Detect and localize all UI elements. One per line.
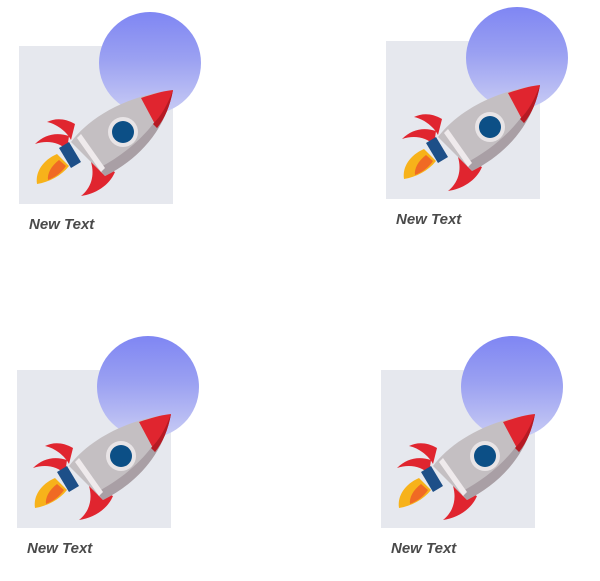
rocket-card-4[interactable]: New Text — [381, 336, 571, 566]
card-caption: New Text — [29, 216, 95, 233]
card-caption: New Text — [396, 211, 462, 228]
rocket-card-3[interactable]: New Text — [17, 336, 207, 566]
rocket-card-1[interactable]: New Text — [19, 12, 209, 242]
rocket-icon — [391, 400, 541, 520]
rocket-icon — [396, 71, 546, 191]
rocket-icon — [27, 400, 177, 520]
card-caption: New Text — [27, 540, 93, 557]
card-caption: New Text — [391, 540, 457, 557]
rocket-icon — [29, 76, 179, 196]
rocket-card-2[interactable]: New Text — [386, 7, 576, 237]
canvas: New Text New Text New Text New Text — [0, 0, 600, 581]
